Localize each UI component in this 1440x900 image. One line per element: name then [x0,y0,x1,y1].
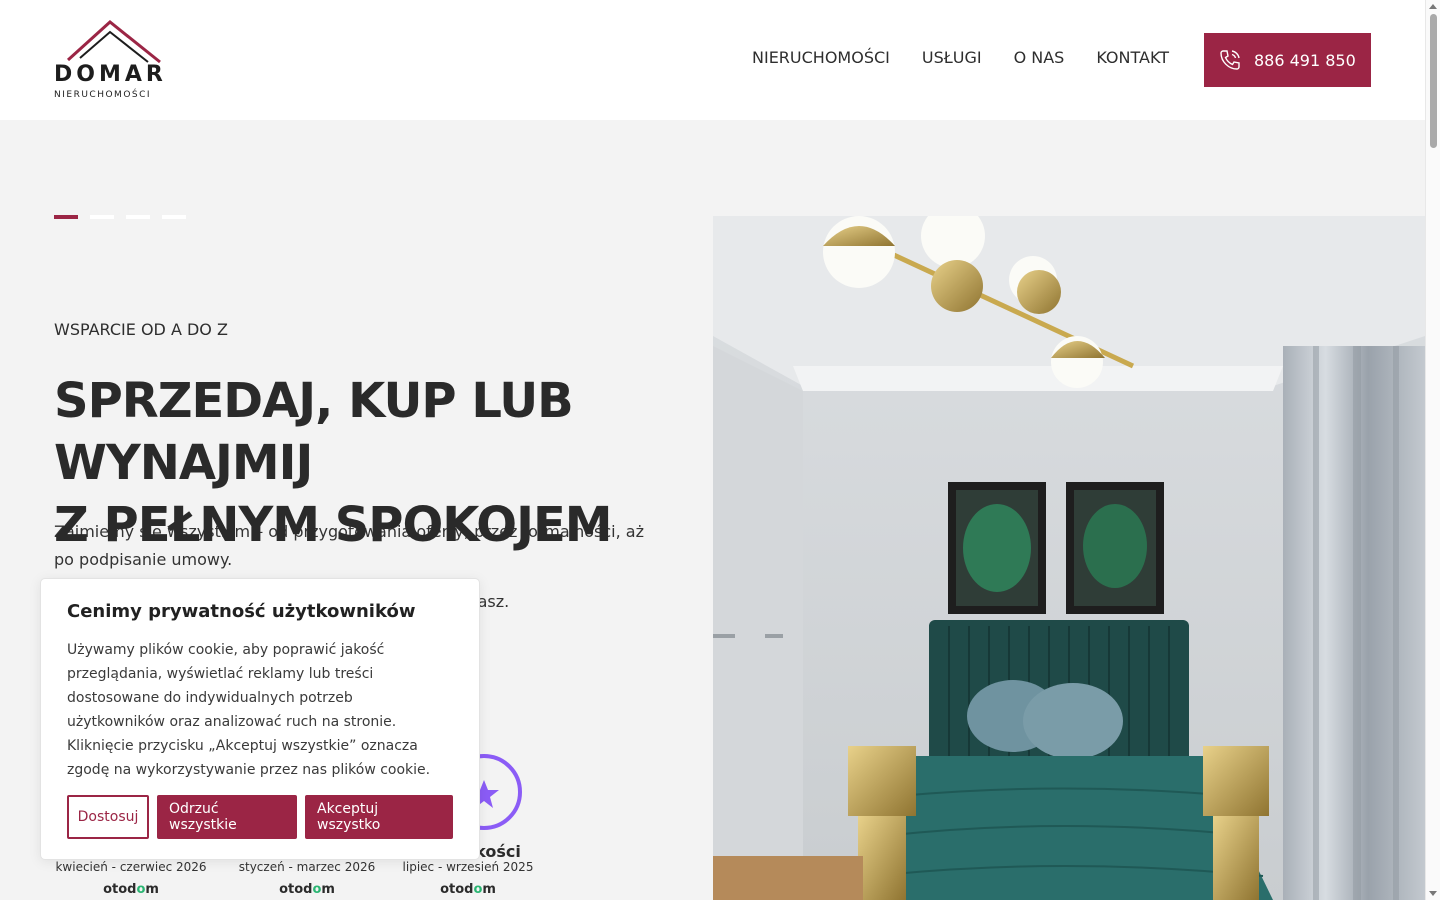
logo-subtitle: NIERUCHOMOŚCI [54,90,152,100]
hero-title-line-2: Z PEŁNYM SPOKOJEM [54,497,613,553]
site-header: DOMAR NIERUCHOMOŚCI NIERUCHOMOŚCI USŁUGI… [0,0,1425,120]
cookie-text: Używamy plików cookie, aby poprawić jako… [67,642,431,778]
badge-2-date: styczeń - marzec 2026 [238,860,376,874]
scroll-thumb[interactable] [1430,14,1437,148]
hero-photo [713,216,1425,900]
scroll-up-arrow-icon[interactable] [1429,4,1437,9]
badge-1-date: kwiecień - czerwiec 2026 [55,860,207,874]
logo-name: DOMAR [54,62,167,87]
badge-2-brand: otodom [279,882,335,897]
slider-dot-4[interactable] [162,215,186,219]
reject-all-button[interactable]: Odrzuć wszystkie [157,795,297,839]
nav-item-uslugi[interactable]: USŁUGI [922,48,982,67]
nav-item-kontakt[interactable]: KONTAKT [1096,48,1169,67]
main-nav: NIERUCHOMOŚCI USŁUGI O NAS KONTAKT [752,48,1169,67]
cookie-title: Cenimy prywatność użytkowników [67,601,416,622]
phone-icon [1220,50,1240,70]
nav-item-o-nas[interactable]: O NAS [1014,48,1065,67]
badge-1-brand: otodom [103,882,159,897]
slider-dot-1[interactable] [54,215,78,219]
customize-button[interactable]: Dostosuj [67,795,149,839]
bedroom-image [713,216,1425,900]
roof-icon [66,20,161,64]
badge-3-date: lipiec - wrzesień 2025 [402,860,534,874]
phone-button[interactable]: 886 491 850 [1204,33,1371,87]
cookie-buttons: Dostosuj Odrzuć wszystkie Akceptuj wszys… [67,795,453,839]
phone-number: 886 491 850 [1254,50,1356,70]
page-scrollbar[interactable] [1425,0,1440,900]
badge-3-brand: otodom [440,882,496,897]
slider-dot-2[interactable] [90,215,114,219]
domar-logo[interactable]: DOMAR NIERUCHOMOŚCI [54,18,178,104]
nav-item-nieruchomosci[interactable]: NIERUCHOMOŚCI [752,48,890,67]
hero-eyebrow: WSPARCIE OD A DO Z [54,320,228,339]
scroll-down-arrow-icon[interactable] [1429,891,1437,896]
accept-all-button[interactable]: Akceptuj wszystko [305,795,453,839]
slider-dots [54,215,186,219]
hero-title: SPRZEDAJ, KUP LUB WYNAJMIJ Z PEŁNYM SPOK… [54,370,794,556]
slider-dot-3[interactable] [126,215,150,219]
hero-title-line-1: SPRZEDAJ, KUP LUB WYNAJMIJ [54,373,574,491]
cookie-consent-dialog: Cenimy prywatność użytkowników Używamy p… [40,578,480,860]
